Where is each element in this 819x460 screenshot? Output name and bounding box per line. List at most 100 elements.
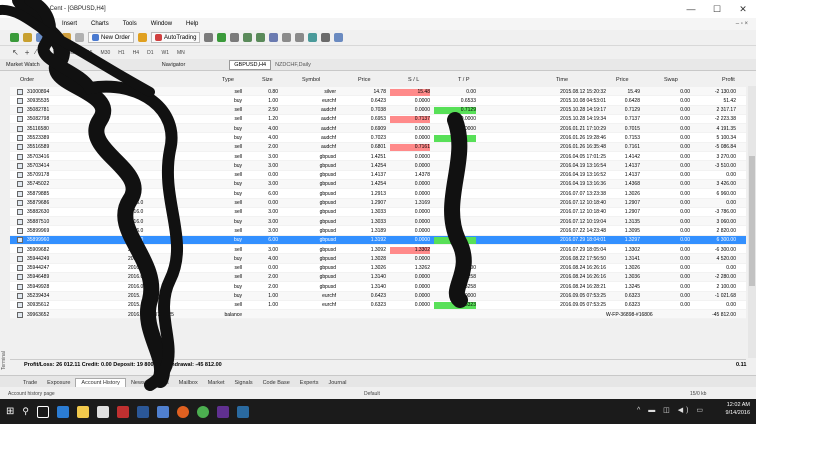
line-chart-icon[interactable] (230, 33, 240, 42)
header-size[interactable]: Size (262, 77, 273, 83)
menu-window[interactable]: Window (151, 21, 172, 27)
tab-journal[interactable]: Journal (323, 379, 351, 387)
tile-windows-icon[interactable] (269, 33, 279, 42)
bar-chart-icon[interactable] (204, 33, 214, 42)
chrome-icon[interactable] (196, 405, 209, 418)
menu-charts[interactable]: Charts (91, 21, 109, 27)
tab-market[interactable]: Market (203, 379, 230, 387)
table-row[interactable]: 35082781 sell 2.50 audchf 0.7038 0.0000 0.7129… (10, 105, 746, 115)
chart-tab-nzdchf[interactable]: NZDCHF,Daily (271, 61, 315, 68)
market-watch-icon[interactable] (36, 33, 45, 42)
close-button[interactable]: ✕ (730, 0, 756, 18)
file-explorer-icon[interactable] (76, 405, 89, 418)
autotrading-button[interactable]: AutoTrading (151, 32, 201, 43)
system-tray-icons[interactable]: ^ ▬ ◫ ◀) ▭ (637, 406, 706, 414)
tab-account-history[interactable]: Account History (75, 378, 126, 387)
scrollbar-thumb[interactable] (749, 156, 755, 286)
indicators-icon[interactable] (308, 33, 318, 42)
data-window-icon[interactable] (49, 33, 58, 42)
new-order-button[interactable]: New Order (88, 32, 135, 43)
table-row[interactable]: 35239434 2015. buy 1.00 eurchf 0.6423 0.0000 0.… (10, 291, 746, 301)
tab-code-base[interactable]: Code Base (258, 379, 295, 387)
table-scrollbar[interactable] (748, 86, 756, 358)
menu-help[interactable]: Help (186, 21, 198, 27)
tab-news[interactable]: News (126, 379, 150, 387)
table-row[interactable]: 35516589 sell 2.00 audchf 0.6801 0.7161 2016.0… (10, 142, 746, 153)
timeframe-m1[interactable]: M1 (52, 50, 61, 56)
table-row[interactable]: 35899960 2016.0 buy 6.00 gbpusd 1.3192 0.0000 2… (10, 235, 746, 246)
table-row[interactable]: 35944249 2016.0 buy 4.00 gbpusd 1.3028 0.0000 2… (10, 254, 746, 264)
tab-exposure[interactable]: Exposure (42, 379, 75, 387)
profiles-icon[interactable] (23, 33, 32, 42)
table-row[interactable]: 35703416 sell 3.00 gbpusd 1.4251 0.0000 2016.0… (10, 152, 746, 162)
table-row[interactable]: 35909682 2016.0 sell 3.00 gbpusd 1.3092 1.3302… (10, 245, 746, 255)
cursor-icon[interactable]: ↖ (12, 48, 19, 57)
mdi-controls[interactable]: – ▫ × (736, 18, 748, 30)
timeframe-mn[interactable]: MN (176, 50, 186, 56)
table-row[interactable]: 31000894 sell 0.80 silver 14.78 15.48 0.00 2015… (10, 87, 746, 97)
minimize-button[interactable]: — (678, 0, 704, 18)
autoscroll-icon[interactable] (282, 33, 292, 42)
table-row[interactable]: 35879686 2016.0 sell 0.00 gbpusd 1.2907 1.3169… (10, 198, 746, 208)
trendline-icon[interactable]: ⁄ (35, 49, 36, 56)
table-row[interactable]: 35703414 buy 3.00 gbpusd 1.4254 0.0000 2016.04… (10, 161, 746, 171)
navigator-panel-label[interactable]: Navigator (156, 62, 192, 68)
header-close-price[interactable]: Price (616, 77, 629, 83)
table-row[interactable]: 35946489 2016.0 sell 2.00 gbpusd 1.3140 0.0000… (10, 272, 746, 283)
periods-icon[interactable] (321, 33, 331, 42)
firefox-icon[interactable] (176, 405, 189, 418)
crosshair-icon[interactable]: + (25, 48, 30, 57)
header-type[interactable]: Type (222, 77, 234, 83)
templates-icon[interactable] (334, 33, 344, 42)
app-purple-icon[interactable] (216, 405, 229, 418)
candlestick-icon[interactable] (217, 33, 227, 42)
start-icon[interactable]: ⊞ (6, 406, 14, 417)
table-row[interactable]: 35116580 buy 4.00 audchf 0.6909 0.0000 0.0000 2… (10, 124, 746, 134)
table-row[interactable]: 39963652 2016.09.05 07:54:25 balance W-FP-3… (10, 310, 746, 320)
tab-experts[interactable]: Experts (295, 379, 324, 387)
task-view-icon[interactable] (36, 405, 49, 418)
tab-trade[interactable]: Trade (18, 379, 42, 387)
timeframe-m5[interactable]: M5 (67, 50, 76, 56)
zoom-in-icon[interactable] (243, 33, 253, 42)
table-row[interactable]: 35949928 2016.0 buy 2.00 gbpusd 1.3140 0.0000 1… (10, 282, 746, 292)
maximize-button[interactable]: ☐ (704, 0, 730, 18)
table-row[interactable]: 35709178 sell 0.00 gbpusd 1.4137 1.4378 2016.0… (10, 170, 746, 180)
header-order[interactable]: Order (20, 77, 34, 83)
header-time[interactable]: Time (556, 77, 568, 83)
clock[interactable]: 12:02 AM 9/14/2016 (726, 401, 750, 417)
timeframe-h4[interactable]: H4 (132, 50, 140, 56)
header-profit[interactable]: Profit (722, 77, 735, 83)
timeframe-m30[interactable]: M30 (100, 50, 112, 56)
table-row[interactable]: 35082798 sell 1.20 audchf 0.6953 0.7137 0.0000… (10, 114, 746, 125)
header-swap[interactable]: Swap (664, 77, 678, 83)
table-row[interactable]: 35944247 2016.0 sell 0.00 gbpusd 1.3026 1.3262… (10, 263, 746, 273)
store-icon[interactable] (96, 405, 109, 418)
metaeditor-icon[interactable] (138, 33, 148, 42)
table-row[interactable]: 30935612 2015.1 sell 1.00 eurchf 0.6323 0.0000… (10, 300, 746, 311)
app-red-icon[interactable] (116, 405, 129, 418)
header-tp[interactable]: T / P (458, 77, 470, 83)
menu-insert[interactable]: Insert (62, 21, 77, 27)
add-chart-icon[interactable] (10, 33, 19, 42)
terminal-icon[interactable] (75, 33, 84, 42)
zoom-out-icon[interactable] (256, 33, 266, 42)
header-price[interactable]: Price (358, 77, 371, 83)
metatrader-icon[interactable] (236, 405, 249, 418)
header-sl[interactable]: S / L (408, 77, 419, 83)
search-icon[interactable]: ⚲ (22, 406, 29, 417)
timeframe-d1[interactable]: D1 (146, 50, 154, 56)
navigator-icon[interactable] (62, 33, 71, 42)
text-icon[interactable]: A (43, 50, 46, 56)
table-row[interactable]: 35879885 buy 6.00 gbpusd 1.2913 0.0000 2016.07… (10, 189, 746, 199)
table-row[interactable]: 35745022 buy 3.00 gbpusd 1.4254 0.0000 2016.04… (10, 179, 746, 190)
edge-icon[interactable] (56, 405, 69, 418)
word-icon[interactable] (136, 405, 149, 418)
timeframe-h1[interactable]: H1 (117, 50, 125, 56)
tab-alerts[interactable]: Alerts (150, 379, 174, 387)
tab-mailbox[interactable]: Mailbox (174, 379, 203, 387)
table-row[interactable]: 35887510 2016.0 buy 3.00 gbpusd 1.3033 0.0000 2… (10, 217, 746, 227)
app-blue-icon[interactable] (156, 405, 169, 418)
chart-tab-gbpusd[interactable]: GBPUSD,H4 (229, 59, 272, 70)
table-row[interactable]: 35882630 2016.0 sell 3.00 gbpusd 1.3033 0.0000… (10, 207, 746, 218)
